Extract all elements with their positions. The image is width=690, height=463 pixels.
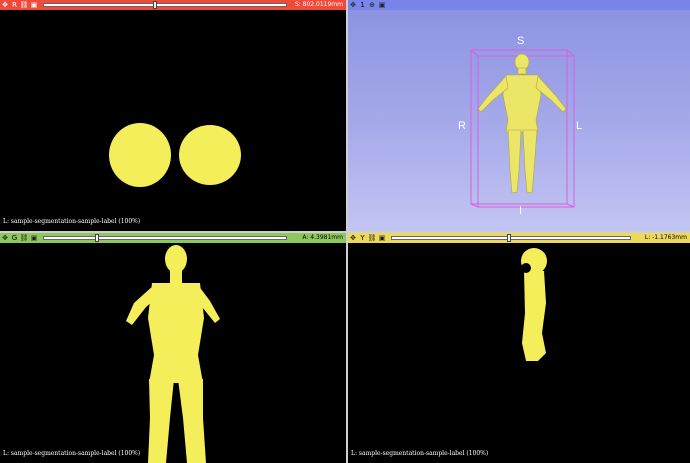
yellow-slider-thumb[interactable] [506, 234, 511, 242]
right-axis-label: R [458, 120, 466, 132]
coronal-segmentation-image [126, 245, 220, 463]
red-slice-canvas[interactable]: L: sample-segmentation-sample-label (100… [0, 10, 346, 231]
threed-canvas[interactable]: S I R L [348, 10, 690, 231]
sagittal-segmentation-image [521, 248, 547, 361]
threed-view-letter: 1 [360, 1, 365, 9]
threed-view-controller-bar: ✥ 1 ⊕ ▣ [348, 0, 690, 10]
layout-icon[interactable]: ▣ [377, 0, 387, 10]
superior-axis-label: S [517, 35, 525, 47]
green-offset-value[interactable]: A: 4.3981mm [302, 233, 346, 243]
slice-view-layout: ✥ R ⛓ ▣ S: 802.0119mm L: sample-segmenta… [0, 0, 690, 463]
sagittal-airway-gap [521, 263, 531, 273]
green-slice-offset-slider[interactable] [43, 234, 287, 242]
yellow-layer-label: L: sample-segmentation-sample-label (100… [351, 450, 489, 457]
red-layer-label: L: sample-segmentation-sample-label (100… [3, 218, 141, 225]
center-view-icon[interactable]: ⊕ [367, 0, 377, 10]
green-slice-canvas[interactable]: L: sample-segmentation-sample-label (100… [0, 243, 346, 463]
layout-icon[interactable]: ▣ [29, 233, 39, 243]
body-surface-model [477, 53, 567, 194]
pin-icon[interactable]: ✥ [0, 233, 10, 243]
right-leg-cross-section [179, 125, 241, 185]
yellow-offset-value[interactable]: L: -1.1763mm [645, 233, 690, 243]
red-slice-offset-slider[interactable] [43, 1, 287, 9]
red-slider-thumb[interactable] [153, 1, 158, 9]
pin-icon[interactable]: ✥ [0, 0, 10, 10]
link-icon[interactable]: ⛓ [19, 233, 29, 243]
pin-icon[interactable]: ✥ [348, 233, 358, 243]
yellow-view-controller-bar: ✥ Y ⛓ ▣ L: -1.1763mm [348, 233, 690, 243]
red-offset-value[interactable]: S: 802.0119mm [295, 0, 346, 10]
yellow-slice-view[interactable]: ✥ Y ⛓ ▣ L: -1.1763mm L: sample-segmentat… [348, 233, 690, 463]
pin-icon[interactable]: ✥ [348, 0, 358, 10]
green-view-letter: G [11, 234, 18, 242]
green-view-controller-bar: ✥ G ⛓ ▣ A: 4.3981mm [0, 233, 346, 243]
yellow-slice-offset-slider[interactable] [391, 234, 631, 242]
green-slider-thumb[interactable] [95, 234, 100, 242]
layout-icon[interactable]: ▣ [377, 233, 387, 243]
threed-view[interactable]: ✥ 1 ⊕ ▣ S I R L [348, 0, 690, 231]
red-slice-view[interactable]: ✥ R ⛓ ▣ S: 802.0119mm L: sample-segmenta… [0, 0, 346, 231]
yellow-view-letter: Y [360, 234, 365, 242]
layout-icon[interactable]: ▣ [29, 0, 39, 10]
coronal-body-silhouette [126, 245, 220, 463]
left-axis-label: L [576, 120, 583, 132]
left-leg-cross-section [109, 123, 171, 187]
red-view-controller-bar: ✥ R ⛓ ▣ S: 802.0119mm [0, 0, 346, 10]
inferior-axis-label: I [519, 205, 523, 217]
green-layer-label: L: sample-segmentation-sample-label (100… [3, 450, 141, 457]
yellow-slice-canvas[interactable]: L: sample-segmentation-sample-label (100… [348, 243, 690, 463]
link-icon[interactable]: ⛓ [19, 0, 29, 10]
link-icon[interactable]: ⛓ [367, 233, 377, 243]
axial-segmentation-image [109, 123, 241, 187]
red-view-letter: R [12, 1, 17, 9]
green-slice-view[interactable]: ✥ G ⛓ ▣ A: 4.3981mm L: sample-segmentati… [0, 233, 346, 463]
